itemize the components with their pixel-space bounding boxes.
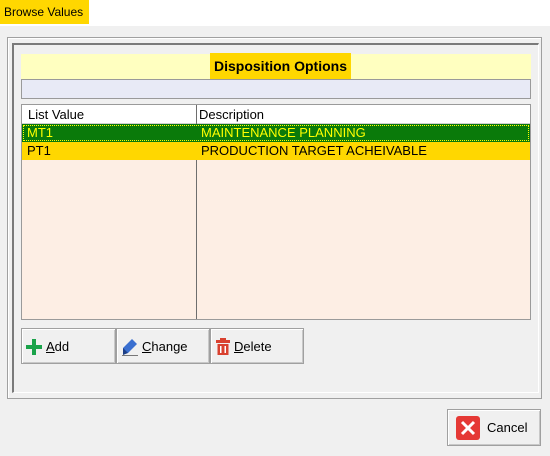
add-button-label: Add — [46, 339, 70, 354]
values-list[interactable]: List Value Description MT1 MAINTENANCE P… — [21, 104, 531, 320]
delete-button[interactable]: Delete — [210, 328, 304, 364]
change-button-label: Change — [142, 339, 188, 354]
column-header-description[interactable]: Description — [199, 105, 264, 123]
cancel-button[interactable]: Cancel — [447, 409, 541, 446]
filter-input[interactable] — [21, 79, 531, 99]
delete-button-label: Delete — [234, 339, 272, 354]
list-value-cell: MT1 — [27, 125, 53, 140]
trash-icon — [216, 338, 230, 355]
list-value-cell: PT1 — [27, 143, 51, 158]
add-button[interactable]: Add — [21, 328, 116, 364]
action-button-group: Add Change Delete — [21, 328, 304, 364]
cancel-button-label: Cancel — [487, 420, 528, 435]
list-header: List Value Description — [22, 105, 530, 124]
window-title: Browse Values — [0, 0, 90, 24]
close-icon — [456, 416, 480, 440]
description-cell: PRODUCTION TARGET ACHEIVABLE — [201, 143, 427, 158]
title-bar: Browse Values — [0, 0, 550, 26]
list-row-mt1[interactable]: MT1 MAINTENANCE PLANNING — [22, 124, 530, 142]
change-button[interactable]: Change — [116, 328, 210, 364]
list-row-pt1[interactable]: PT1 PRODUCTION TARGET ACHEIVABLE — [22, 142, 530, 160]
column-header-list-value[interactable]: List Value — [28, 105, 84, 123]
plus-icon — [26, 339, 42, 355]
description-cell: MAINTENANCE PLANNING — [201, 125, 366, 140]
pencil-icon — [122, 339, 138, 356]
